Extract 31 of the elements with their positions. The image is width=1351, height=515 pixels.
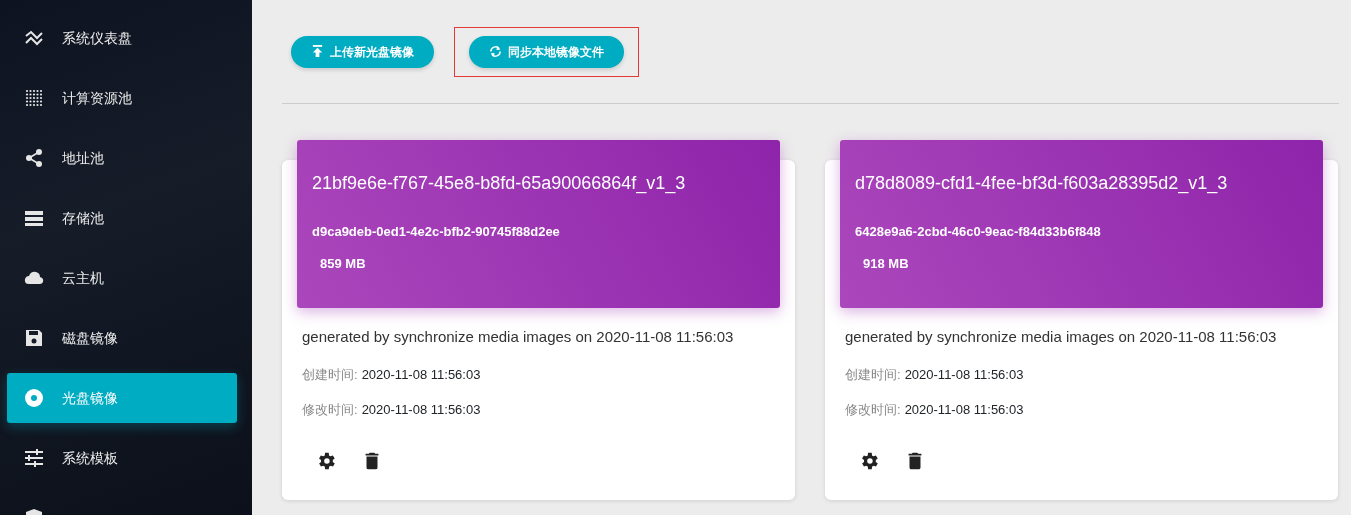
date-label: 修改时间:: [845, 401, 901, 419]
share-icon: [24, 148, 44, 168]
dot-grid-icon: [24, 88, 44, 108]
sidebar-item[interactable]: 存储池: [7, 188, 237, 248]
chart-line-icon: [24, 28, 44, 48]
date-label: 修改时间:: [302, 401, 358, 419]
modified-time: 2020-11-08 11:56:03: [904, 401, 1024, 419]
image-size: 918 MB: [862, 254, 910, 273]
created-time: 2020-11-08 11:56:03: [904, 365, 1024, 384]
image-size: 859 MB: [319, 254, 367, 273]
date-label: 创建时间:: [845, 365, 901, 384]
image-name: 21bf9e6e-f767-45e8-b8fd-65a90066864f_v1_3: [312, 172, 687, 196]
sidebar-item[interactable]: 云主机: [7, 248, 237, 308]
modified-time: 2020-11-08 11:56:03: [361, 401, 481, 419]
sidebar-item[interactable]: 地址池: [7, 128, 237, 188]
image-id: 6428e9a6-2cbd-46c0-9eac-f84d33b6f848: [855, 223, 1102, 241]
image-id: d9ca9deb-0ed1-4e2c-bfb2-90745f88d2ee: [312, 223, 561, 241]
image-name: d78d8089-cfd1-4fee-bf3d-f603a28395d2_v1_3: [855, 172, 1229, 196]
sidebar-item[interactable]: 磁盘镜像: [7, 308, 237, 368]
image-description: generated by synchronize media images on 2020-11-08 11:56:03: [845, 327, 1278, 347]
list-icon: [24, 208, 44, 228]
sidebar-item[interactable]: 系统仪表盘: [7, 8, 237, 68]
upload-icon: [311, 45, 324, 58]
disc-icon: [24, 388, 44, 408]
created-time: 2020-11-08 11:56:03: [361, 365, 481, 384]
sliders-icon: [24, 448, 44, 468]
sidebar-item[interactable]: 系统模板: [7, 428, 237, 488]
sync-icon: [489, 45, 502, 58]
sidebar-item[interactable]: 计算资源池: [7, 68, 237, 128]
image-description: generated by synchronize media images on 2020-11-08 11:56:03: [302, 327, 735, 347]
date-label: 创建时间:: [302, 365, 358, 384]
